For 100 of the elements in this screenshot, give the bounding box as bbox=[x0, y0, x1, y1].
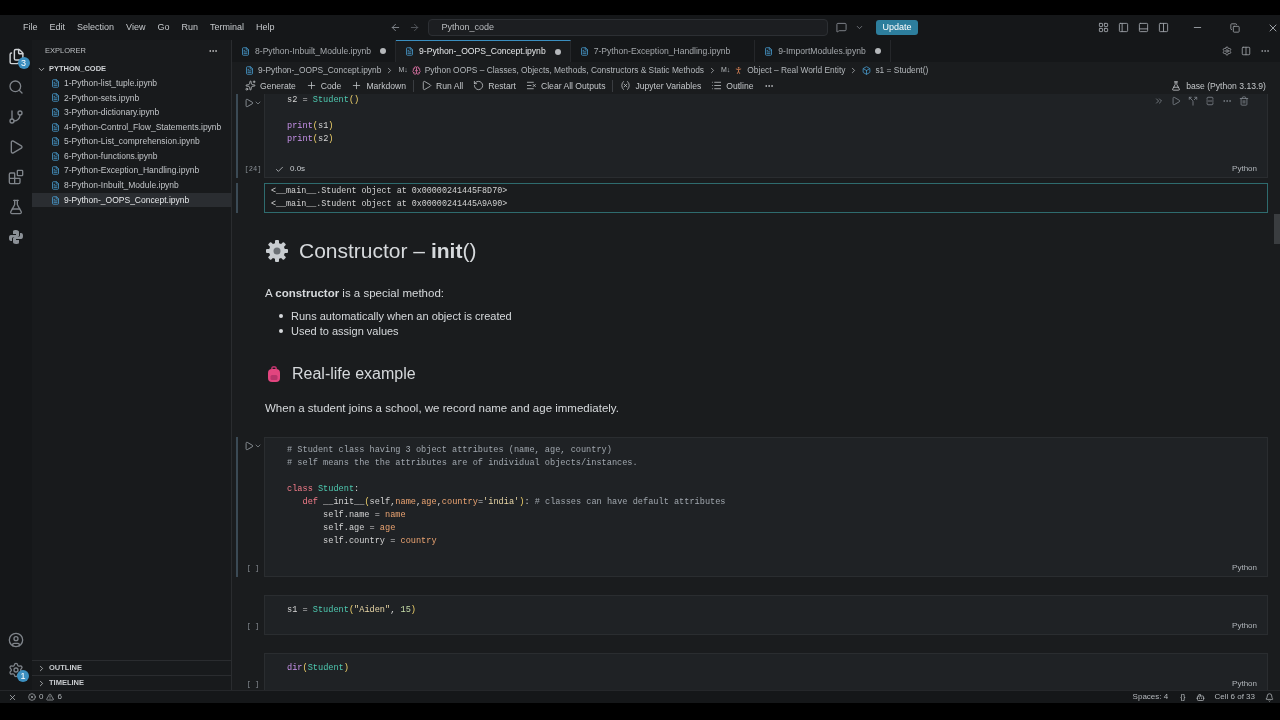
error-icon bbox=[28, 693, 36, 701]
toolbar-button[interactable]: Code bbox=[300, 79, 347, 93]
notebook-file-icon bbox=[51, 195, 60, 205]
restore-icon[interactable] bbox=[1229, 22, 1240, 33]
toolbar-button[interactable]: Outline bbox=[706, 79, 759, 93]
chat-icon[interactable] bbox=[836, 22, 848, 33]
update-button[interactable]: Update bbox=[876, 20, 918, 35]
breadcrumb-item[interactable]: Python OOPS – Classes, Objects, Methods, Constructors & Static Methods bbox=[424, 63, 704, 77]
notebook-file-icon bbox=[51, 93, 60, 103]
check-icon bbox=[275, 164, 284, 174]
plus-icon bbox=[305, 80, 317, 92]
run-icon bbox=[421, 80, 433, 92]
bullet-icon bbox=[279, 329, 283, 334]
menu-item[interactable]: Selection bbox=[71, 20, 121, 35]
problems-indicator[interactable]: 0 6 bbox=[28, 691, 62, 703]
paragraph: When a student joins a school, we record name and age immediately. bbox=[265, 400, 619, 416]
language-status[interactable]: {} bbox=[1180, 691, 1186, 703]
settings-icon[interactable] bbox=[8, 662, 24, 678]
paragraph: A constructor is a special method: bbox=[265, 285, 444, 301]
account-icon[interactable] bbox=[8, 632, 24, 648]
code-line: # Student class having 3 object attributes (name, age, country) bbox=[287, 444, 612, 457]
copilot-icon[interactable] bbox=[1195, 692, 1205, 702]
notebook-file-icon bbox=[579, 46, 589, 56]
breadcrumb-item[interactable]: 9-Python-_OOPS_Concept.ipynb bbox=[258, 63, 382, 77]
menu-item[interactable]: File bbox=[17, 20, 44, 35]
flask-icon[interactable] bbox=[8, 199, 24, 215]
brain-icon bbox=[411, 65, 421, 75]
notification-badge: 3 bbox=[17, 57, 30, 69]
toolbar-button[interactable]: Clear All Outputs bbox=[521, 79, 611, 93]
scrollbar-thumb[interactable] bbox=[1274, 214, 1280, 244]
notebook-file-icon bbox=[51, 166, 60, 176]
code-line: print(s2) bbox=[287, 133, 334, 146]
panel-toggle-icon[interactable] bbox=[1137, 22, 1149, 33]
layout-icon[interactable] bbox=[1097, 22, 1109, 33]
source-control-icon[interactable] bbox=[8, 109, 24, 125]
editor-tab[interactable]: 9-Python-_OOPS_Concept.ipynb bbox=[396, 40, 571, 62]
code-line: class Student: bbox=[287, 483, 360, 496]
run-below-icon[interactable] bbox=[1171, 96, 1181, 106]
menu-item[interactable]: Go bbox=[151, 20, 176, 35]
toolbar-button[interactable]: Generate bbox=[240, 79, 301, 93]
cell-language[interactable]: Python bbox=[1232, 562, 1257, 574]
columns-icon[interactable] bbox=[1157, 22, 1169, 33]
editor-tab[interactable]: 7-Python-Exception_Handling.ipynb bbox=[570, 40, 756, 62]
run-debug-icon[interactable] bbox=[8, 139, 24, 155]
notebook-file-icon bbox=[51, 78, 60, 88]
explorer-item[interactable]: 8-Python-Inbuilt_Module.ipynb bbox=[32, 178, 231, 193]
chevron-down-icon[interactable] bbox=[254, 99, 262, 107]
explorer-item[interactable]: 3-Python-dictionary.ipynb bbox=[32, 105, 231, 120]
toolbar-button[interactable]: Run All bbox=[413, 79, 469, 93]
code-line: s2 = Student() bbox=[287, 94, 360, 107]
cell-position[interactable]: Cell 6 of 33 bbox=[1214, 691, 1255, 703]
toolbar-button[interactable]: Markdown bbox=[346, 79, 412, 93]
kernel-picker[interactable]: base (Python 3.13.9) bbox=[1186, 79, 1266, 93]
code-line: self.age = age bbox=[322, 522, 396, 535]
notebook-file-icon bbox=[51, 180, 60, 190]
menu-item[interactable]: Help bbox=[249, 20, 281, 35]
split-icon[interactable] bbox=[1188, 96, 1198, 106]
output-line: <__main__.Student object at 0x00000241445F8D70> bbox=[271, 185, 508, 198]
sparkle-icon bbox=[245, 80, 256, 92]
chevron-right-icon bbox=[708, 65, 717, 75]
chevron-down-icon[interactable] bbox=[855, 23, 865, 32]
explorer-icon[interactable] bbox=[7, 48, 25, 65]
command-center[interactable]: Python_code bbox=[428, 19, 829, 36]
split-editor-icon[interactable] bbox=[1241, 46, 1251, 56]
code-line: print(s1) bbox=[287, 120, 334, 133]
explorer-item[interactable]: 9-Python-_OOPS_Concept.ipynb bbox=[32, 192, 231, 208]
cell-language[interactable]: Python bbox=[1232, 678, 1257, 690]
cell-language[interactable]: Python bbox=[1232, 620, 1257, 632]
python-icon[interactable] bbox=[8, 229, 24, 245]
sidebar-toggle-icon[interactable] bbox=[1117, 22, 1129, 33]
back-icon[interactable] bbox=[390, 22, 402, 33]
extensions-icon[interactable] bbox=[8, 169, 24, 185]
chevron-down-icon[interactable] bbox=[254, 442, 262, 450]
menu-item[interactable]: Run bbox=[175, 20, 204, 35]
breadcrumb-item[interactable]: Object – Real World Entity bbox=[747, 63, 846, 77]
notifications-icon[interactable] bbox=[1265, 692, 1274, 702]
bullet-icon bbox=[279, 314, 283, 319]
code-cell-icon bbox=[862, 65, 872, 75]
indentation-status[interactable]: Spaces: 4 bbox=[1132, 691, 1169, 703]
notebook-file-icon bbox=[51, 108, 60, 117]
code-line: dir(Student) bbox=[287, 662, 349, 675]
breadcrumb-item[interactable]: s1 = Student() bbox=[875, 63, 929, 77]
code-line: # self means the the attributes are of individual objects/instances. bbox=[287, 457, 638, 470]
run-cell-icon[interactable] bbox=[244, 441, 254, 451]
search-icon[interactable] bbox=[8, 79, 24, 95]
explorer-item[interactable]: 6-Python-functions.ipynb bbox=[32, 148, 231, 164]
menu-item[interactable]: Edit bbox=[43, 20, 72, 35]
explorer-item[interactable]: 2-Python-sets.ipynb bbox=[32, 90, 231, 106]
menu-item[interactable]: Terminal bbox=[203, 20, 250, 35]
toolbar-button[interactable]: Restart bbox=[468, 79, 521, 93]
cell-language[interactable]: Python bbox=[1232, 163, 1257, 175]
run-cell-icon[interactable] bbox=[244, 98, 254, 108]
explorer-item[interactable]: 1-Python-list_tuple.ipynb bbox=[32, 76, 231, 91]
toolbar-button[interactable]: Jupyter Variables bbox=[612, 79, 707, 93]
explorer-item[interactable]: 7-Python-Exception_Handling.ipynb bbox=[32, 163, 231, 179]
explorer-item[interactable]: 4-Python-Control_Flow_Statements.ipynb bbox=[32, 119, 231, 135]
editor-tab[interactable]: 9-ImportModules.ipynb bbox=[755, 40, 891, 62]
menu-item[interactable]: View bbox=[120, 20, 152, 35]
delete-icon[interactable] bbox=[1239, 96, 1249, 106]
explorer-item[interactable]: 5-Python-List_comprehension.ipynb bbox=[32, 134, 231, 149]
